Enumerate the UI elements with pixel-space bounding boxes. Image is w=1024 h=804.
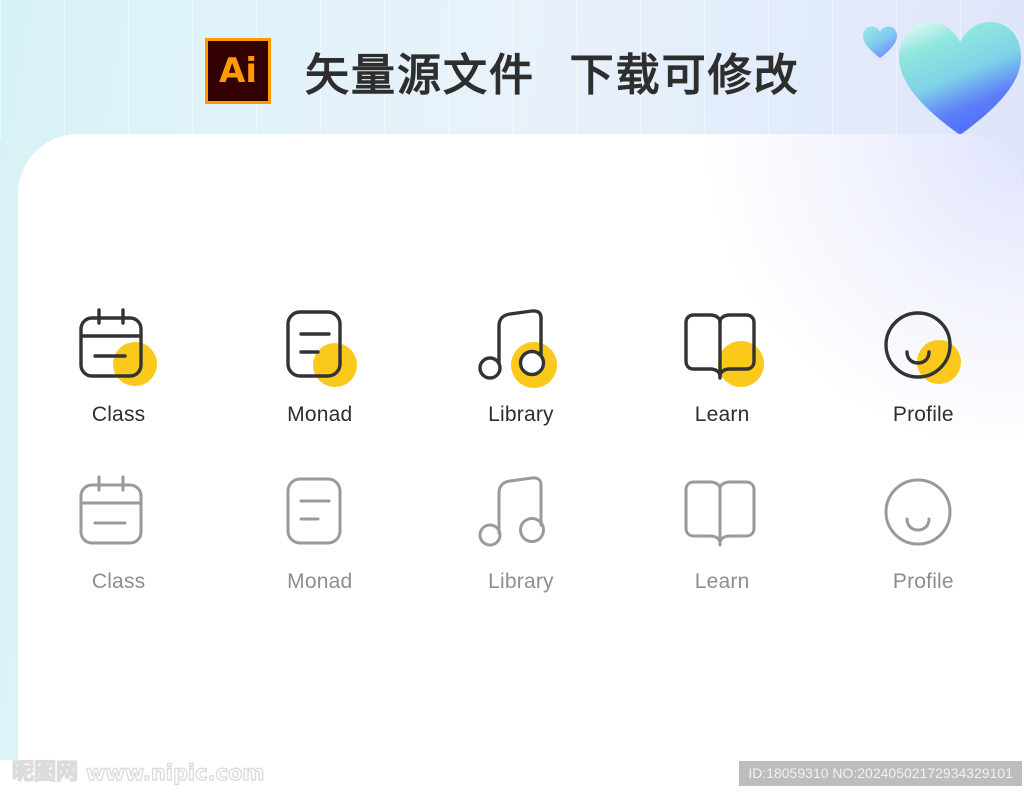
- open-book-icon[interactable]: [676, 306, 768, 390]
- icon-cell-profile-inactive[interactable]: Profile: [823, 473, 1024, 592]
- icon-label: Class: [91, 570, 146, 593]
- calendar-icon[interactable]: [73, 306, 165, 390]
- site-watermark: 昵图网 www.nipic.com: [11, 760, 265, 785]
- icon-label: Profile: [892, 403, 954, 426]
- icon-cell-learn-active[interactable]: Learn: [622, 306, 823, 425]
- ai-badge-label: Ai: [219, 51, 257, 91]
- icon-cell-monad-inactive[interactable]: Monad: [219, 473, 420, 592]
- document-icon[interactable]: [274, 473, 366, 557]
- ai-format-badge: Ai: [205, 38, 271, 104]
- heart-small-icon: [862, 25, 898, 59]
- watermark-url-text: www.nipic.com: [85, 760, 265, 785]
- icon-cell-library-inactive[interactable]: Library: [420, 473, 621, 592]
- icon-row-inactive: Class Monad Library Learn Profile: [18, 473, 1024, 592]
- icon-label: Monad: [287, 403, 353, 426]
- calendar-icon[interactable]: [73, 473, 165, 557]
- poster-canvas: Ai 矢量源文件 下载可修改 Class Monad Library Learn…: [0, 0, 1024, 804]
- icon-label: Monad: [287, 570, 353, 593]
- icon-row-active: Class Monad Library Learn Profile: [18, 306, 1024, 425]
- page-title: 矢量源文件 下载可修改: [305, 50, 800, 101]
- icon-label: Library: [488, 403, 554, 426]
- icon-label: Class: [91, 403, 146, 426]
- icon-grid: Class Monad Library Learn Profile Class …: [18, 306, 1024, 592]
- smiley-face-icon[interactable]: [877, 306, 969, 390]
- icon-label: Learn: [694, 570, 750, 593]
- heart-large-icon: [895, 18, 1024, 138]
- icon-cell-monad-active[interactable]: Monad: [219, 306, 420, 425]
- asset-id-badge: ID:18059310 NO:20240502172934329101: [739, 761, 1022, 786]
- icon-cell-class-inactive[interactable]: Class: [18, 473, 219, 592]
- icon-cell-profile-active[interactable]: Profile: [823, 306, 1024, 425]
- document-icon[interactable]: [274, 306, 366, 390]
- music-note-icon[interactable]: [475, 306, 567, 390]
- icon-cell-library-active[interactable]: Library: [420, 306, 621, 425]
- icon-label: Profile: [892, 570, 954, 593]
- icon-label: Library: [488, 570, 554, 593]
- icon-label: Learn: [694, 403, 750, 426]
- smiley-face-icon[interactable]: [877, 473, 969, 557]
- watermark-cn-text: 昵图网: [11, 760, 79, 785]
- icon-cell-class-active[interactable]: Class: [18, 306, 219, 425]
- icon-cell-learn-inactive[interactable]: Learn: [622, 473, 823, 592]
- music-note-icon[interactable]: [475, 473, 567, 557]
- open-book-icon[interactable]: [676, 473, 768, 557]
